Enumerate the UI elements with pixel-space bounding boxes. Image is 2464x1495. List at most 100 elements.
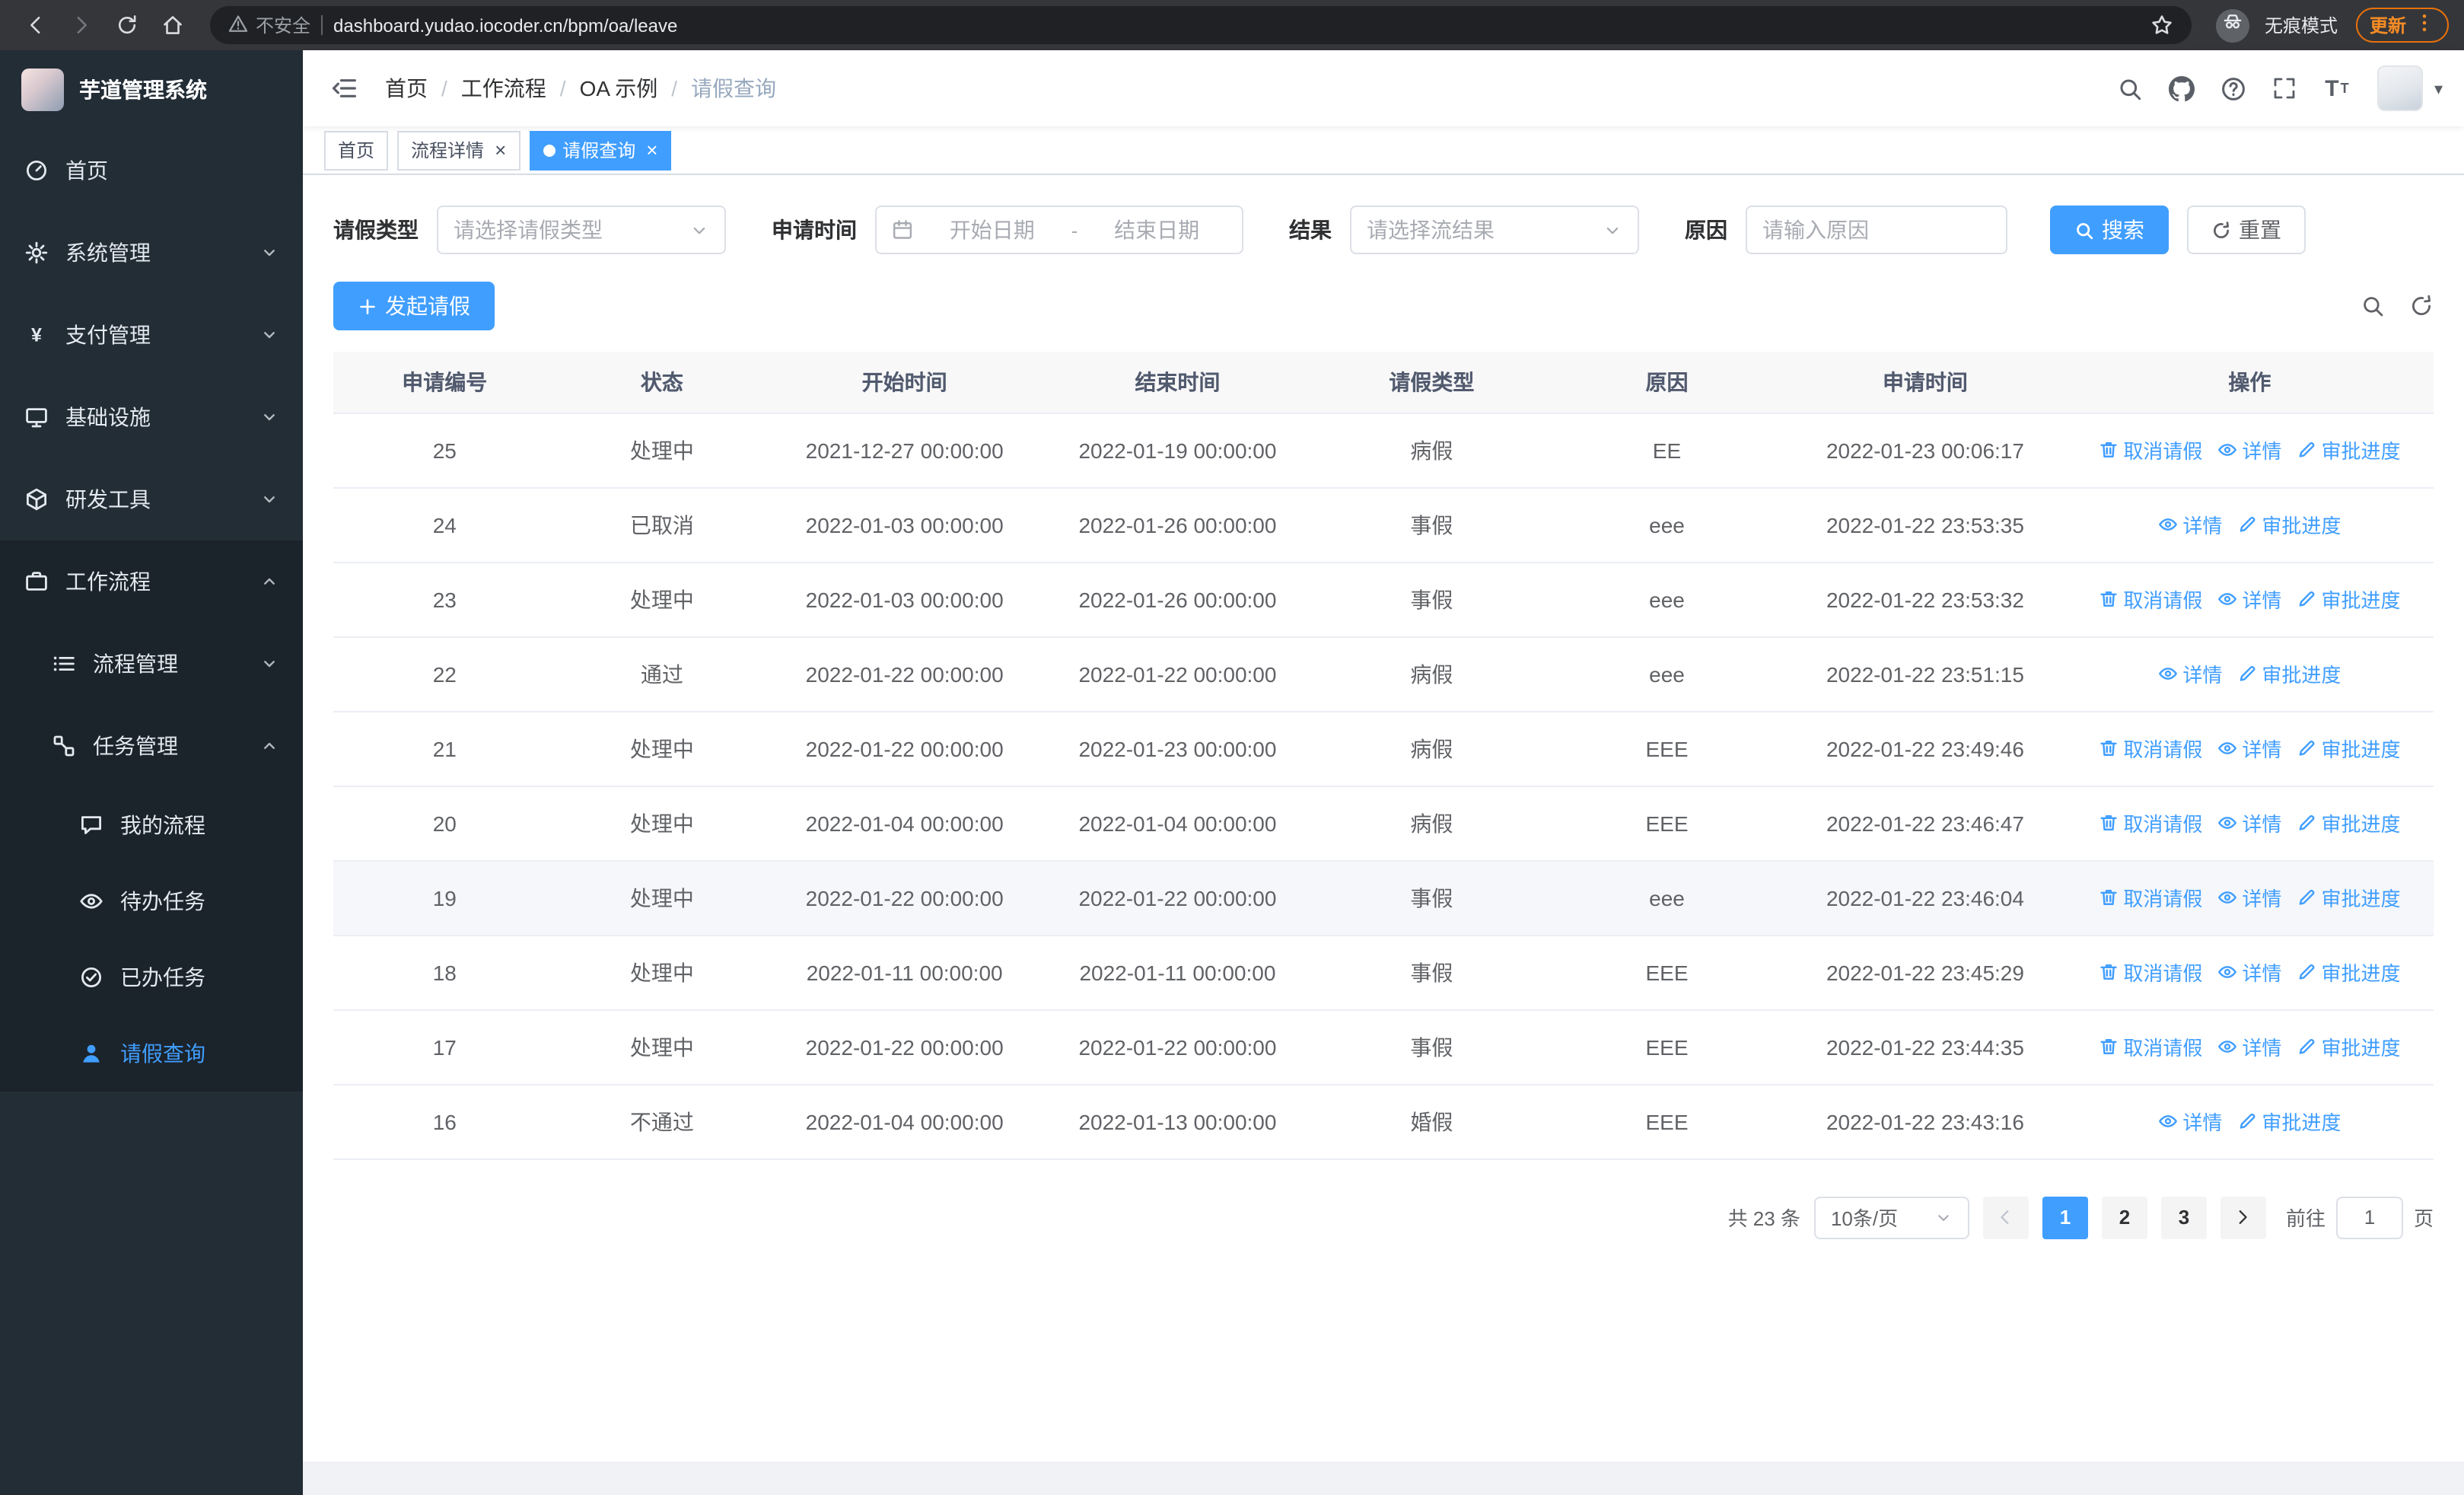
sidebar-item-infrastructure[interactable]: 基础设施	[0, 376, 303, 458]
progress-link[interactable]: 审批进度	[2237, 1107, 2341, 1136]
cell-leave-type: 事假	[1313, 935, 1549, 1010]
progress-link[interactable]: 审批进度	[2297, 883, 2400, 912]
progress-link[interactable]: 审批进度	[2297, 1032, 2400, 1061]
sidebar-item-label: 已办任务	[120, 965, 205, 990]
browser-reload-icon[interactable]	[107, 5, 146, 45]
apply-time-range[interactable]: -	[875, 206, 1243, 254]
detail-link[interactable]: 详情	[2217, 734, 2281, 763]
page-button-1[interactable]: 1	[2042, 1196, 2088, 1238]
cancel-leave-link[interactable]: 取消请假	[2099, 883, 2202, 912]
browser-menu-icon[interactable]	[2414, 12, 2435, 38]
progress-link[interactable]: 审批进度	[2297, 958, 2400, 987]
update-button[interactable]: 更新	[2355, 8, 2449, 43]
reason-input[interactable]	[1762, 218, 1991, 242]
search-button[interactable]: 搜索	[2050, 206, 2169, 254]
sidebar-item-process-mgmt[interactable]: 流程管理	[0, 623, 303, 705]
avatar[interactable]	[2377, 65, 2424, 111]
logo-image	[21, 69, 64, 111]
cancel-leave-link[interactable]: 取消请假	[2099, 585, 2202, 614]
sidebar-toggle-icon[interactable]	[324, 69, 364, 108]
result-input[interactable]	[1367, 218, 1593, 242]
sidebar-item-leave-query[interactable]: 请假查询	[0, 1015, 303, 1092]
cancel-leave-link[interactable]: 取消请假	[2099, 734, 2202, 763]
infra-icon	[24, 405, 49, 429]
progress-link[interactable]: 审批进度	[2297, 734, 2400, 763]
fullscreen-icon[interactable]	[2262, 65, 2308, 111]
gear-icon	[24, 241, 49, 265]
table-row: 19 处理中 2022-01-22 00:00:00 2022-01-22 00:00…	[333, 860, 2434, 936]
breadcrumb-item[interactable]: OA 示例	[580, 73, 658, 104]
app-logo[interactable]: 芋道管理系统	[0, 50, 303, 129]
page-button-3[interactable]: 3	[2160, 1196, 2207, 1238]
progress-link[interactable]: 审批进度	[2297, 808, 2400, 837]
action-label: 取消请假	[2123, 738, 2203, 761]
progress-link[interactable]: 审批进度	[2297, 585, 2400, 614]
detail-link[interactable]: 详情	[2217, 808, 2281, 837]
progress-link[interactable]: 审批进度	[2237, 659, 2341, 688]
tab-home[interactable]: 首页	[324, 130, 389, 170]
cancel-leave-link[interactable]: 取消请假	[2099, 958, 2202, 987]
progress-link[interactable]: 审批进度	[2237, 510, 2341, 539]
end-date-input[interactable]	[1087, 218, 1227, 242]
detail-link[interactable]: 详情	[2158, 659, 2222, 688]
page-button-2[interactable]: 2	[2101, 1196, 2147, 1238]
cell-end-time: 2022-01-22 00:00:00	[1041, 636, 1314, 712]
tab-process-detail[interactable]: 流程详情 ×	[397, 130, 520, 170]
breadcrumb-item[interactable]: 首页	[385, 73, 428, 104]
security-warning[interactable]: 不安全	[228, 12, 310, 38]
prev-page-button[interactable]	[1982, 1196, 2029, 1238]
avatar-caret-icon[interactable]: ▾	[2434, 78, 2443, 98]
reason-field[interactable]	[1746, 206, 2007, 254]
action-label: 详情	[2242, 1037, 2282, 1060]
leave-type-select[interactable]	[437, 206, 726, 254]
page-size-select[interactable]: 10条/页	[1813, 1196, 1969, 1238]
sidebar-item-system[interactable]: 系统管理	[0, 212, 303, 294]
header-search-icon[interactable]	[2107, 65, 2153, 111]
result-select[interactable]	[1350, 206, 1639, 254]
detail-link[interactable]: 详情	[2158, 510, 2222, 539]
sidebar-item-todo-task[interactable]: 待办任务	[0, 863, 303, 939]
reset-button[interactable]: 重置	[2187, 206, 2306, 254]
detail-link[interactable]: 详情	[2217, 435, 2281, 464]
browser-home-icon[interactable]	[152, 5, 192, 45]
sidebar-item-done-task[interactable]: 已办任务	[0, 939, 303, 1015]
bookmark-star-icon[interactable]	[2150, 14, 2173, 37]
detail-link[interactable]: 详情	[2158, 1107, 2222, 1136]
address-bar[interactable]: 不安全 dashboard.yudao.iocoder.cn/bpm/oa/le…	[210, 6, 2192, 44]
table-refresh-icon[interactable]	[2409, 294, 2434, 318]
tab-close-icon[interactable]: ×	[495, 140, 506, 160]
next-page-button[interactable]	[2220, 1196, 2266, 1238]
cell-reason: eee	[1549, 487, 1785, 563]
leave-type-input[interactable]	[454, 218, 680, 242]
detail-link[interactable]: 详情	[2217, 1032, 2281, 1061]
progress-link[interactable]: 审批进度	[2297, 435, 2400, 464]
sidebar-item-task-mgmt[interactable]: 任务管理	[0, 705, 303, 787]
start-date-input[interactable]	[922, 218, 1062, 242]
sidebar-item-workflow[interactable]: 工作流程	[0, 540, 303, 623]
action-label: 详情	[2242, 888, 2282, 910]
trash-icon	[2099, 1037, 2119, 1057]
browser-forward-icon[interactable]	[61, 5, 100, 45]
detail-link[interactable]: 详情	[2217, 958, 2281, 987]
detail-link[interactable]: 详情	[2217, 585, 2281, 614]
browser-back-icon[interactable]	[15, 5, 55, 45]
create-leave-button[interactable]: 发起请假	[333, 282, 495, 330]
github-icon[interactable]	[2159, 65, 2205, 111]
tab-leave-query[interactable]: 请假查询 ×	[529, 130, 672, 170]
cancel-leave-link[interactable]: 取消请假	[2099, 1032, 2202, 1061]
sidebar-item-payment[interactable]: ¥ 支付管理	[0, 294, 303, 376]
cancel-leave-link[interactable]: 取消请假	[2099, 808, 2202, 837]
sidebar-item-my-process[interactable]: 我的流程	[0, 787, 303, 863]
font-size-icon[interactable]: TT	[2314, 65, 2360, 111]
sidebar-item-home[interactable]: 首页	[0, 129, 303, 212]
cancel-leave-link[interactable]: 取消请假	[2099, 435, 2202, 464]
sidebar-item-devtools[interactable]: 研发工具	[0, 458, 303, 540]
detail-link[interactable]: 详情	[2217, 883, 2281, 912]
column-header: 操作	[2065, 352, 2434, 413]
tab-close-icon[interactable]: ×	[646, 140, 657, 160]
toggle-search-icon[interactable]	[2361, 294, 2385, 318]
help-icon[interactable]	[2211, 65, 2256, 111]
goto-page-input[interactable]	[2335, 1196, 2403, 1238]
plus-icon	[358, 296, 377, 316]
breadcrumb-item[interactable]: 工作流程	[461, 73, 546, 104]
